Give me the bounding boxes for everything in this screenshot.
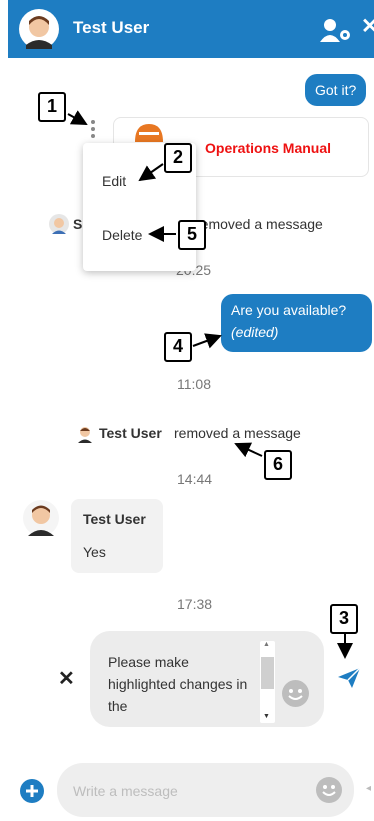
edit-message-box[interactable]: Please make highlighted changes in the ▲… <box>90 631 324 727</box>
cancel-edit-icon[interactable]: ✕ <box>58 666 75 691</box>
system-sender-name: S <box>73 216 83 232</box>
callout-6: 6 <box>264 450 292 480</box>
timestamp: 11:08 <box>177 376 211 392</box>
menu-item-delete[interactable]: Delete <box>102 227 142 243</box>
scroll-up-icon[interactable]: ▲ <box>263 641 270 648</box>
message-bubble-edited: Are you available? (edited) <box>221 294 372 352</box>
scroll-down-icon[interactable]: ▼ <box>263 713 270 720</box>
message-bubble-received: Test User Yes <box>71 499 163 573</box>
timestamp: 17:38 <box>177 596 213 612</box>
callout-2: 2 <box>164 143 192 173</box>
system-sender-name: Test User <box>99 425 162 441</box>
sender-avatar <box>23 500 59 536</box>
add-attachment-icon[interactable] <box>20 779 44 803</box>
sender-avatar <box>49 214 69 234</box>
callout-5: 5 <box>178 220 206 250</box>
message-input[interactable] <box>71 777 295 805</box>
callout-1: 1 <box>38 92 66 122</box>
sender-avatar <box>75 423 95 443</box>
emoji-icon[interactable] <box>282 680 309 707</box>
system-message-text: removed a message <box>196 216 323 232</box>
timestamp: 14:44 <box>177 471 213 487</box>
message-bubble-sent: Got it? <box>305 74 367 106</box>
user-settings-icon[interactable] <box>319 18 353 42</box>
message-text: Are you available? <box>231 302 347 318</box>
menu-item-edit[interactable]: Edit <box>102 173 126 189</box>
more-options-icon[interactable] <box>86 118 100 140</box>
compose-send-icon[interactable]: ◂ <box>366 783 371 794</box>
close-icon[interactable]: ✕ <box>361 14 374 39</box>
scrollbar-thumb[interactable] <box>261 657 274 689</box>
callout-4: 4 <box>164 332 192 362</box>
chat-title: Test User <box>73 18 150 37</box>
file-name: Operations Manual <box>205 140 332 156</box>
system-message-text: removed a message <box>174 425 301 441</box>
callout-3: 3 <box>330 604 358 634</box>
edit-message-text[interactable]: Please make highlighted changes in the <box>108 651 258 717</box>
message-text: Yes <box>83 544 106 560</box>
compose-bar <box>57 763 354 817</box>
sender-name: Test User <box>83 511 146 527</box>
emoji-icon[interactable] <box>316 777 342 803</box>
send-icon[interactable] <box>337 667 361 689</box>
edited-marker: (edited) <box>231 324 279 340</box>
user-avatar <box>19 9 59 49</box>
